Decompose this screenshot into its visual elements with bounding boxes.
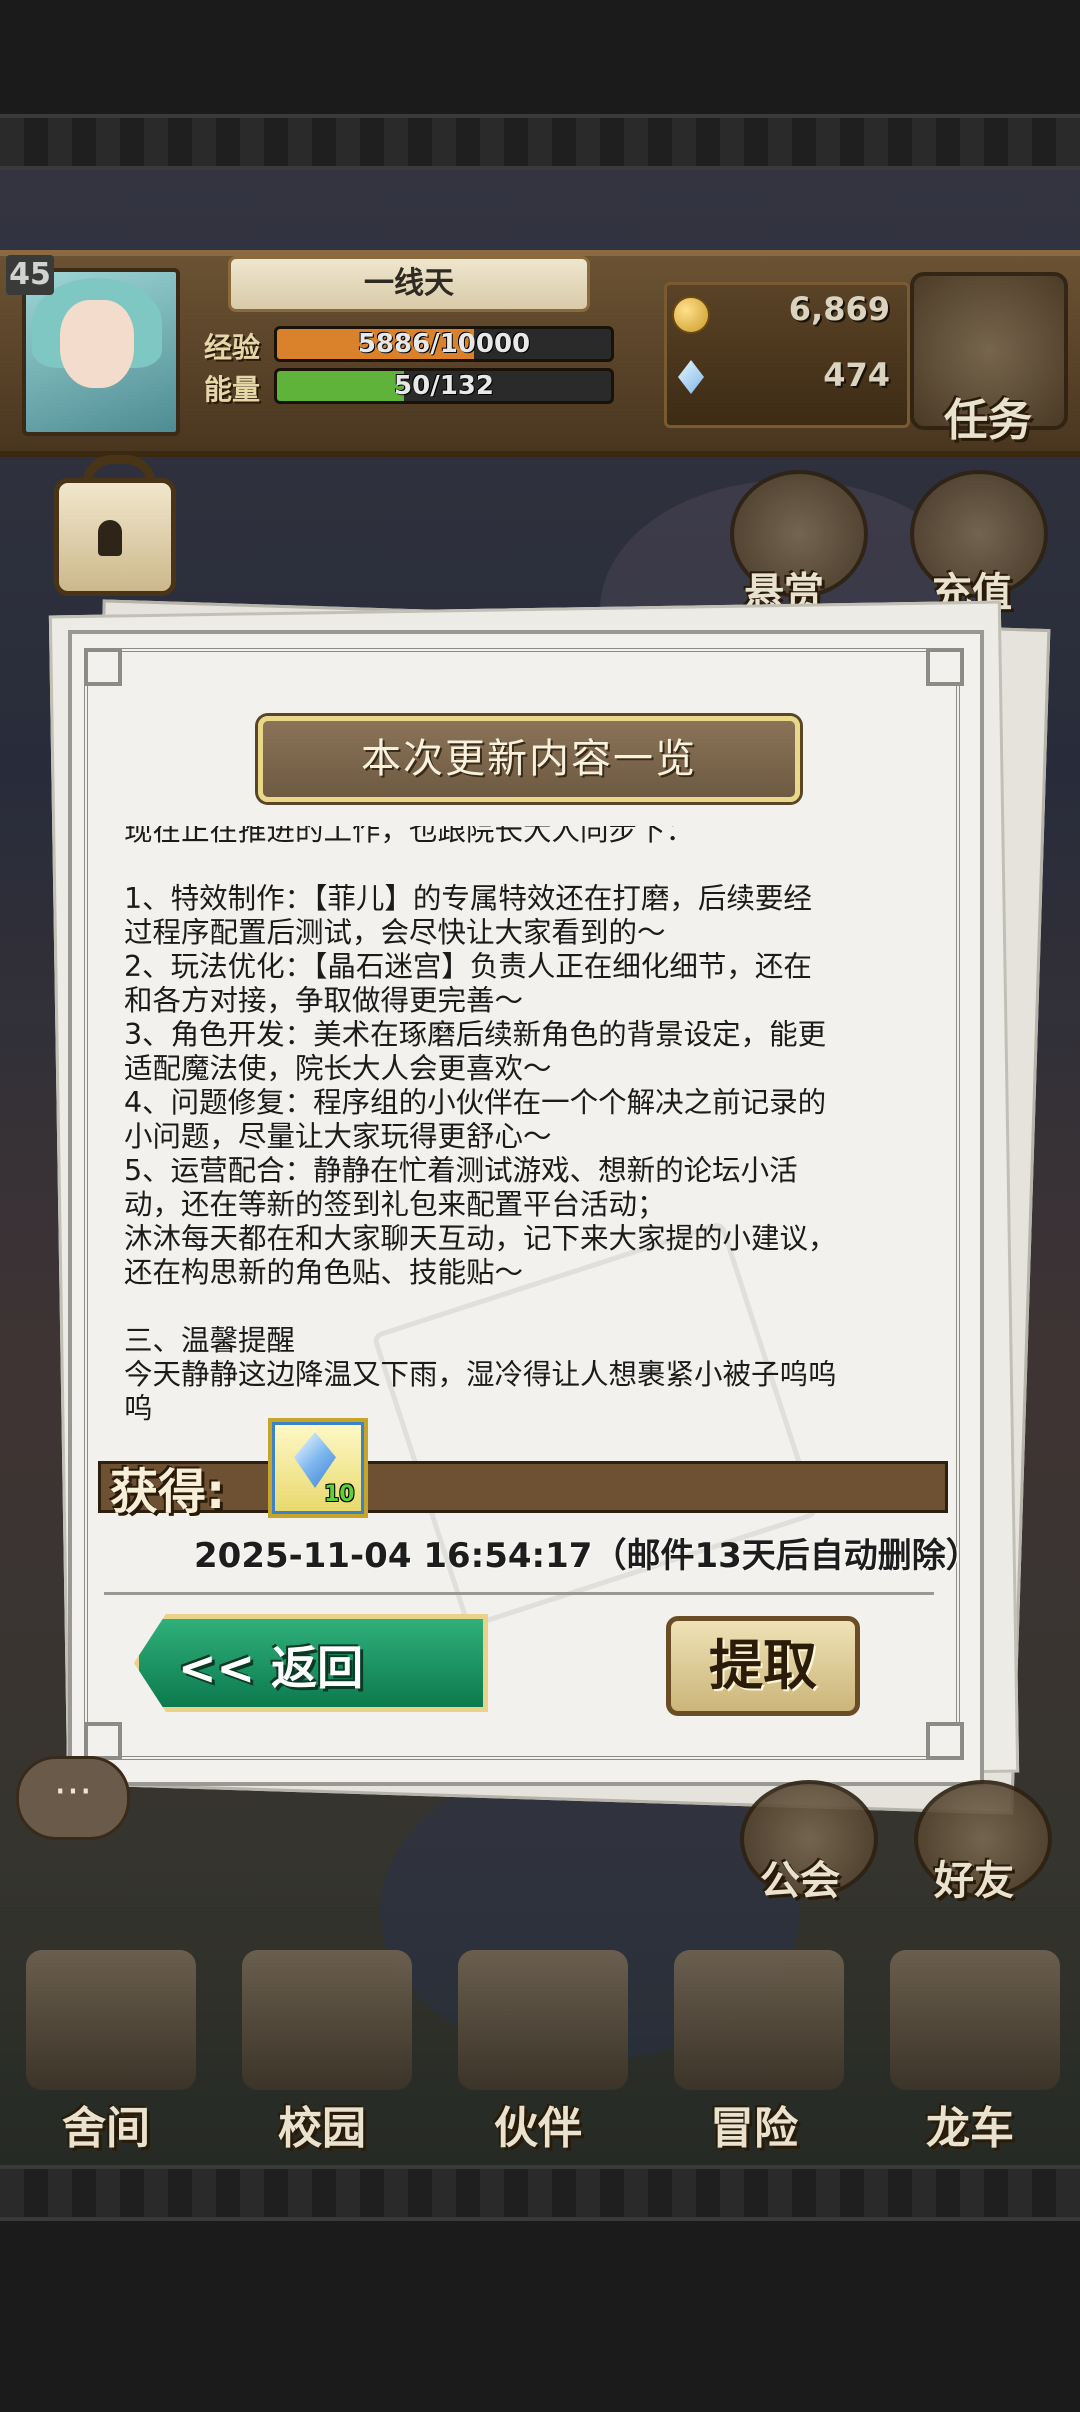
player-level: 45 — [6, 255, 54, 295]
mail-line: 适配魔法使，院长大人会更喜欢～ — [124, 1052, 552, 1085]
mail-date: 2025-11-04 16:54:17（邮件13天后自动删除） — [194, 1536, 980, 1576]
reward-label: 获得: — [110, 1464, 226, 1520]
corner-ornament — [84, 1722, 122, 1760]
corner-ornament — [926, 648, 964, 686]
back-button-label: << 返回 — [178, 1641, 364, 1695]
player-name: 一线天 — [228, 256, 590, 312]
chat-icon[interactable]: ··· — [16, 1756, 130, 1840]
partner-icon — [458, 1950, 628, 2090]
mail-line: 1、特效制作：【菲儿】的专属特效还在打磨，后续要经 — [124, 882, 812, 915]
divider — [104, 1592, 934, 1595]
nav-label: 龙车 — [926, 2103, 1014, 2154]
mail-line: 动，还在等新的签到礼包来配置平台活动； — [124, 1188, 666, 1221]
mail-line: 现在正在推进的工作，也跟院长大人同步下： — [124, 826, 695, 847]
gold-coin-icon — [672, 296, 710, 334]
nav-label: 校园 — [278, 2103, 366, 2154]
nav-dragon-cart[interactable]: 龙车 — [870, 1950, 1070, 2154]
back-button[interactable]: << 返回 — [134, 1614, 488, 1712]
mail-line: 沐沐每天都在和大家聊天互动，记下来大家提的小建议， — [124, 1222, 837, 1255]
nav-label: 舍间 — [62, 2103, 150, 2154]
quest-button-label[interactable]: 任务 — [944, 384, 1032, 448]
exp-bar: 5886/10000 — [274, 326, 614, 362]
mail-line: 4、问题修复：程序组的小伙伴在一个个解决之前记录的 — [124, 1086, 827, 1119]
corner-ornament — [84, 648, 122, 686]
reward-quantity: 10 — [324, 1482, 355, 1507]
mail-line — [124, 848, 924, 882]
claim-button[interactable]: 提取 — [666, 1616, 860, 1716]
nav-partners[interactable]: 伙伴 — [438, 1950, 638, 2154]
mail-line: 还在构思新的角色贴、技能贴～ — [124, 1256, 524, 1289]
keyhole-icon — [98, 520, 122, 556]
energy-bar: 50/132 — [274, 368, 614, 404]
mail-line: 3、角色开发：美术在琢磨后续新角色的背景设定，能更 — [124, 1018, 827, 1051]
mail-line: 和各方对接，争取做得更完善～ — [124, 984, 524, 1017]
mail-line: 呜 — [124, 1392, 153, 1425]
campus-icon — [242, 1950, 412, 2090]
nav-adventure[interactable]: 冒险 — [654, 1950, 854, 2154]
adventure-icon — [674, 1950, 844, 2090]
mail-line: 今天静静这边降温又下雨，湿冷得让人想裹紧小被子呜呜 — [124, 1358, 837, 1391]
gem-amount: 474 — [823, 356, 890, 394]
mail-line: 小问题，尽量让大家玩得更舒心～ — [124, 1120, 552, 1153]
nav-dorm[interactable]: 舍间 — [6, 1950, 206, 2154]
nav-campus[interactable]: 校园 — [222, 1950, 422, 2154]
energy-value: 50/132 — [394, 371, 494, 401]
mail-line — [124, 1290, 924, 1324]
mail-line: 5、运营配合：静静在忙着测试游戏、想新的论坛小活 — [124, 1154, 798, 1187]
nav-label: 冒险 — [710, 2103, 798, 2154]
bottom-letterbox — [0, 2165, 1080, 2412]
energy-label: 能量 — [204, 373, 261, 406]
avatar-face — [60, 300, 134, 388]
exp-value: 5886/10000 — [357, 329, 531, 359]
reward-bar — [98, 1461, 948, 1513]
exp-label: 经验 — [204, 331, 261, 364]
nav-label: 伙伴 — [494, 2103, 582, 2154]
mail-title: 本次更新内容一览 — [258, 716, 800, 802]
mail-body-scroll[interactable]: 现在正在推进的工作，也跟院长大人同步下： 1、特效制作：【菲儿】的专属特效还在打磨… — [124, 826, 924, 1454]
dragon-cart-icon — [890, 1950, 1060, 2090]
mail-line: 三、温馨提醒 — [124, 1324, 296, 1357]
gold-amount: 6,869 — [788, 290, 890, 328]
top-letterbox — [0, 0, 1080, 170]
mail-line: 过程序配置后测试，会尽快让大家看到的～ — [124, 916, 666, 949]
guild-label[interactable]: 公会 — [760, 1848, 840, 1906]
mail-body-text: 现在正在推进的工作，也跟院长大人同步下： 1、特效制作：【菲儿】的专属特效还在打磨… — [124, 826, 924, 1426]
mail-line: 2、玩法优化：【晶石迷宫】负责人正在细化细节，还在 — [124, 950, 812, 983]
corner-ornament — [926, 1722, 964, 1760]
house-icon — [26, 1950, 196, 2090]
friends-label[interactable]: 好友 — [934, 1848, 1014, 1906]
